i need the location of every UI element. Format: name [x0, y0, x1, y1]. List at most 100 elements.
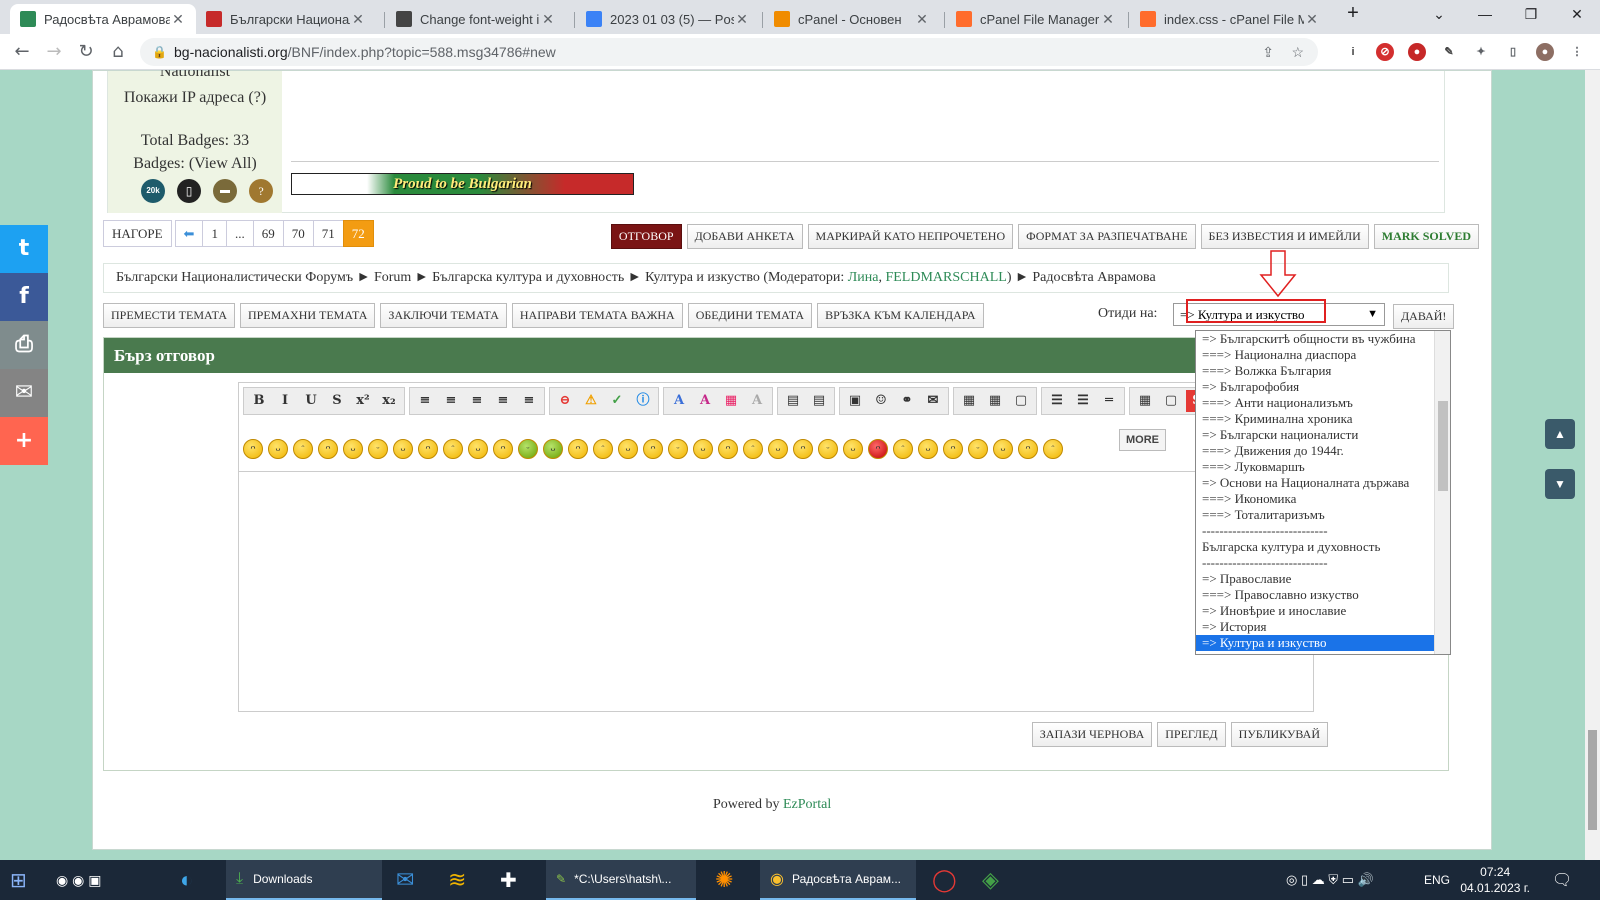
topic-action-button[interactable]: БЕЗ ИЗВЕСТИЯ И ИМЕЙЛИ: [1200, 224, 1369, 249]
uk-flag-icon[interactable]: ✚: [500, 860, 517, 900]
dropdown-option[interactable]: => Култура и изкуство: [1196, 635, 1434, 651]
scroll-down-button[interactable]: ▼: [1545, 469, 1575, 499]
twitter-share-icon[interactable]: t: [0, 225, 48, 273]
smiley-icon[interactable]: ᴖ: [418, 439, 438, 459]
jump-to-dropdown-list[interactable]: => Българскитѣ общности въ чужбина ===> Н…: [1195, 330, 1451, 655]
editor-tool-icon[interactable]: ▢: [1010, 390, 1032, 412]
go-up-button[interactable]: НАГОРЕ: [103, 220, 172, 247]
dropdown-option[interactable]: => Български националисти: [1196, 427, 1434, 443]
editor-tool-icon[interactable]: ≡: [440, 390, 462, 412]
smiley-icon[interactable]: ᴖ: [793, 439, 813, 459]
editor-tool-icon[interactable]: ☺: [870, 390, 892, 412]
editor-tool-icon[interactable]: I: [274, 390, 296, 412]
editor-tool-icon[interactable]: ▦: [958, 390, 980, 412]
moderation-button[interactable]: ОБЕДИНИ ТЕМАТА: [687, 303, 813, 328]
browser-tab[interactable]: Български Национали✕: [196, 4, 376, 34]
smiley-icon[interactable]: ᴖ: [493, 439, 513, 459]
topic-action-button[interactable]: ОТГОВОР: [610, 224, 682, 249]
moderation-button[interactable]: ПРЕМАХНИ ТЕМАТА: [240, 303, 376, 328]
tab-search-icon[interactable]: ⌄: [1428, 6, 1450, 23]
editor-tool-icon[interactable]: x²: [352, 390, 374, 412]
browser-tab[interactable]: cPanel - Основен ✕: [764, 4, 940, 34]
editor-tool-icon[interactable]: ⓘ: [632, 390, 654, 412]
dropdown-option[interactable]: ===> Православно изкуство: [1196, 587, 1434, 603]
view-badges-link[interactable]: Badges: (View All): [108, 155, 282, 173]
moderation-button[interactable]: ПРЕМЕСТИ ТЕМАТА: [103, 303, 236, 328]
dropdown-option[interactable]: => Православие: [1196, 571, 1434, 587]
dropdown-option[interactable]: => Българскитѣ общности въ чужбина: [1196, 331, 1434, 347]
taskbar-chrome[interactable]: ◉ Радосвѣта Аврам...: [760, 860, 916, 900]
message-textarea[interactable]: [239, 471, 1313, 711]
notifications-icon[interactable]: 🗨: [1552, 860, 1572, 900]
browser-tab[interactable]: Change font-weight in ✕: [386, 4, 566, 34]
editor-tool-icon[interactable]: S: [326, 390, 348, 412]
smiley-icon[interactable]: ᵕ: [368, 439, 388, 459]
smiley-icon[interactable]: ᴗ: [993, 439, 1013, 459]
badge-phone-icon[interactable]: ▯: [177, 179, 201, 203]
record-extension-icon[interactable]: ●: [1408, 43, 1426, 61]
tab-close-icon[interactable]: ✕: [914, 11, 930, 28]
smiley-icon[interactable]: ᴖ: [943, 439, 963, 459]
smiley-icon[interactable]: ᵔ: [443, 439, 463, 459]
editor-tool-icon[interactable]: U: [300, 390, 322, 412]
tab-close-icon[interactable]: ✕: [1100, 11, 1116, 28]
editor-tool-icon[interactable]: ═: [1098, 390, 1120, 412]
editor-tool-icon[interactable]: ⚭: [896, 390, 918, 412]
puzzle-extensions-icon[interactable]: ✦: [1472, 43, 1490, 61]
dropdown-option[interactable]: => Основи на Националната държава: [1196, 475, 1434, 491]
dropdown-option[interactable]: ===> Движения до 1944г.: [1196, 443, 1434, 459]
taskbar-notepad[interactable]: ✎ *C:\Users\hatsh\...: [546, 860, 696, 900]
badge-20k-icon[interactable]: 20k: [141, 179, 165, 203]
editor-tool-icon[interactable]: ▢: [1160, 390, 1182, 412]
breadcrumb-topic[interactable]: Радосвѣта Аврамова: [1032, 270, 1155, 285]
smiley-icon[interactable]: ᵔ: [893, 439, 913, 459]
block-extension-icon[interactable]: ⊘: [1376, 43, 1394, 61]
editor-tool-icon[interactable]: ▣: [844, 390, 866, 412]
app-stack-icon[interactable]: ≋: [448, 860, 466, 900]
dropdown-option[interactable]: -----------------------------: [1196, 555, 1434, 571]
show-ip-link[interactable]: Покажи IP адреса (?): [108, 89, 282, 107]
edge-icon[interactable]: ◐: [180, 860, 193, 900]
editor-tool-icon[interactable]: A: [668, 390, 690, 412]
moderation-button[interactable]: ЗАКЛЮЧИ ТЕМАТА: [380, 303, 507, 328]
new-tab-button[interactable]: +: [1342, 2, 1364, 25]
media-player-icon[interactable]: ✺: [715, 860, 733, 900]
editor-tool-icon[interactable]: B: [248, 390, 270, 412]
moderation-button[interactable]: НАПРАВИ ТЕМАТА ВАЖНА: [511, 303, 683, 328]
browser-tab[interactable]: 2023 01 03 (5) — Postim✕: [576, 4, 760, 34]
editor-tool-icon[interactable]: ☰: [1072, 390, 1094, 412]
dropdown-option[interactable]: ===> Икономика: [1196, 491, 1434, 507]
back-arrow-icon[interactable]: ⬅: [174, 220, 204, 247]
pinned-apps-icon[interactable]: ◉ ◉ ▣: [56, 860, 101, 900]
smiley-icon[interactable]: ᴖ: [1018, 439, 1038, 459]
breadcrumb-category[interactable]: Българска култура и духовность: [432, 270, 624, 285]
editor-tool-icon[interactable]: ≡: [414, 390, 436, 412]
page-link[interactable]: ...: [225, 220, 254, 247]
dropdown-scroll-thumb[interactable]: [1438, 401, 1448, 491]
moderator-link[interactable]: Лина: [848, 270, 879, 285]
editor-tool-icon[interactable]: ▤: [808, 390, 830, 412]
smiley-icon[interactable]: ᴖ: [718, 439, 738, 459]
smiley-icon[interactable]: ᴖ: [568, 439, 588, 459]
back-icon[interactable]: ←: [10, 40, 34, 64]
topic-action-button[interactable]: МАРКИРАЙ КАТО НЕПРОЧЕТЕНО: [807, 224, 1014, 249]
dropdown-option[interactable]: => История: [1196, 619, 1434, 635]
clock[interactable]: 07:24 04.01.2023 г.: [1460, 864, 1530, 896]
go-button[interactable]: ДАВАЙ!: [1393, 304, 1455, 329]
smiley-icon[interactable]: ᴗ: [393, 439, 413, 459]
page-link[interactable]: 69: [252, 220, 284, 247]
menu-icon[interactable]: ⋮: [1568, 43, 1586, 61]
dropdown-option[interactable]: ===> Луковмаршъ: [1196, 459, 1434, 475]
breadcrumb-forum[interactable]: Forum: [374, 270, 411, 285]
taskbar-downloads[interactable]: ⤓ Downloads: [226, 860, 382, 900]
editor-tool-icon[interactable]: ≡: [492, 390, 514, 412]
moderator-link[interactable]: FELDMARSCHALL: [885, 270, 1006, 285]
smiley-icon[interactable]: ᴖ: [318, 439, 338, 459]
smiley-icon[interactable]: ᴖ: [868, 439, 888, 459]
forward-icon[interactable]: →: [42, 40, 66, 64]
tray-icons[interactable]: ◎ ▯ ☁ ⛨ ▭ 🔊: [1286, 860, 1374, 900]
dropdown-option[interactable]: ===> Тоталитаризъмъ: [1196, 507, 1434, 523]
dropdown-option[interactable]: -----------------------------: [1196, 523, 1434, 539]
reload-icon[interactable]: ↻: [74, 40, 98, 64]
editor-tool-icon[interactable]: ☰: [1046, 390, 1068, 412]
